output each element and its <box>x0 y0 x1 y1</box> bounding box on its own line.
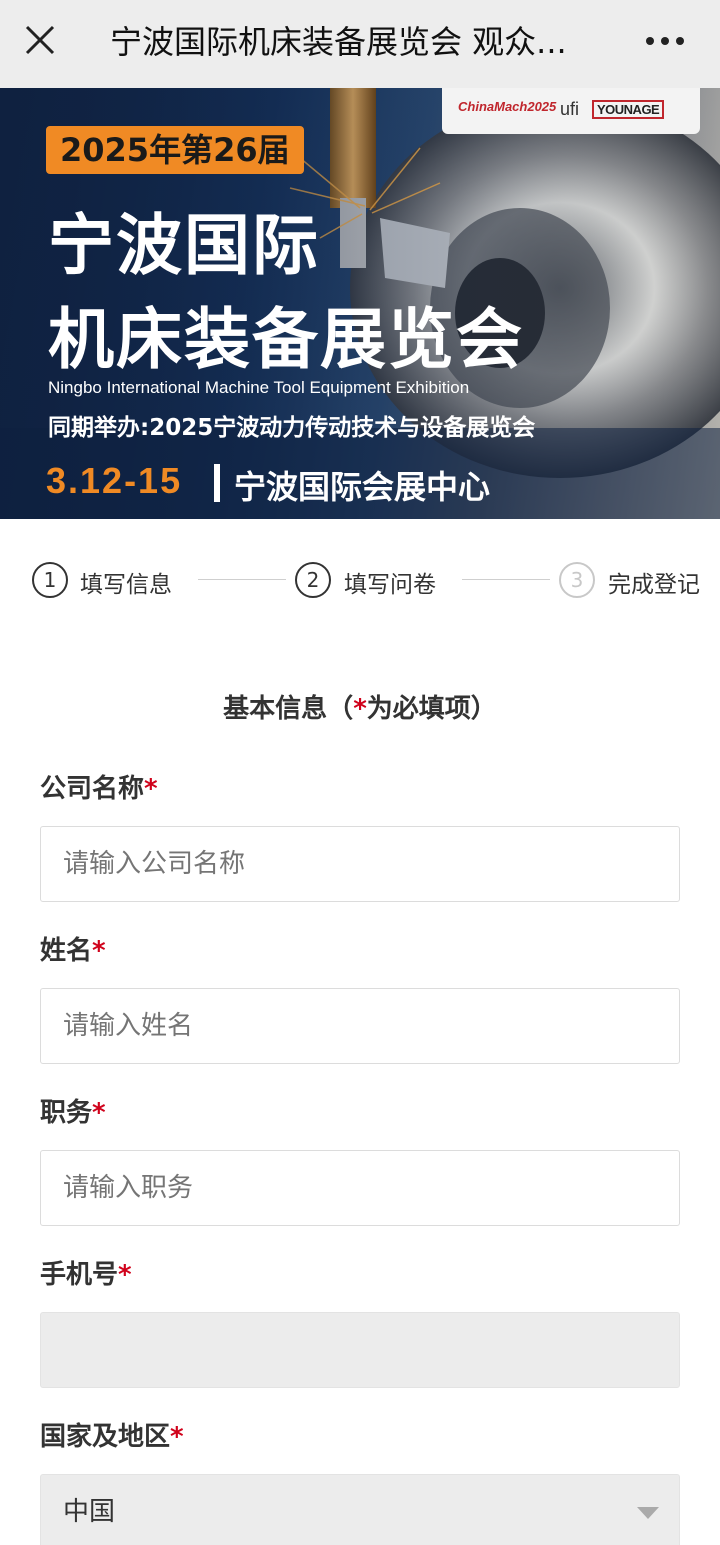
step-1-label: 填写信息 <box>80 572 172 598</box>
country-label: 国家及地区* <box>40 1422 184 1452</box>
top-bar: 宁波国际机床装备展览会 观众... <box>0 0 720 88</box>
section-title: 基本信息（*为必填项） <box>223 694 497 724</box>
phone-label: 手机号* <box>40 1260 132 1290</box>
country-select[interactable]: 中国 <box>40 1474 680 1545</box>
concurrent-event: 同期举办:2025宁波动力传动技术与设备展览会 <box>48 415 536 441</box>
page-title: 宁波国际机床装备展览会 观众... <box>110 23 567 61</box>
step-3-label: 完成登记 <box>608 572 700 598</box>
step-indicator: 1 填写信息 2 填写问卷 3 完成登记 <box>0 560 720 600</box>
step-connector <box>198 579 286 580</box>
banner-title-line2: 机床装备展览会 <box>48 301 524 378</box>
divider <box>214 464 220 502</box>
country-selected-value: 中国 <box>63 1497 116 1527</box>
step-2-label: 填写问卷 <box>344 572 436 598</box>
name-label: 姓名* <box>40 936 106 966</box>
edition-badge: 2025年第26届 <box>46 126 304 174</box>
sponsor-logos: ChinaMach2025 ufi YOUNAGE <box>442 88 700 134</box>
phone-input[interactable] <box>40 1312 680 1388</box>
exhibition-venue: 宁波国际会展中心 <box>234 468 491 506</box>
banner-title-english: Ningbo International Machine Tool Equipm… <box>48 378 470 397</box>
chinamach-logo: ChinaMach2025 <box>458 99 557 114</box>
position-input[interactable] <box>40 1150 680 1226</box>
more-icon[interactable] <box>640 26 690 56</box>
step-connector <box>462 579 550 580</box>
step-3-number: 3 <box>559 562 595 598</box>
ufi-logo: ufi <box>560 99 580 119</box>
close-icon[interactable] <box>22 22 58 58</box>
exhibition-dates: 3.12-15 <box>46 460 183 501</box>
name-input[interactable] <box>40 988 680 1064</box>
step-2-number: 2 <box>295 562 331 598</box>
position-label: 职务* <box>40 1098 106 1128</box>
chevron-down-icon <box>637 1507 659 1519</box>
company-label: 公司名称* <box>40 774 158 804</box>
step-1-number: 1 <box>32 562 68 598</box>
younage-logo: YOUNAGE <box>592 100 665 119</box>
exhibition-banner: ChinaMach2025 ufi YOUNAGE 2025年第26届 宁波国际… <box>0 88 720 519</box>
banner-title-line1: 宁波国际 <box>48 207 320 284</box>
company-name-input[interactable] <box>40 826 680 902</box>
